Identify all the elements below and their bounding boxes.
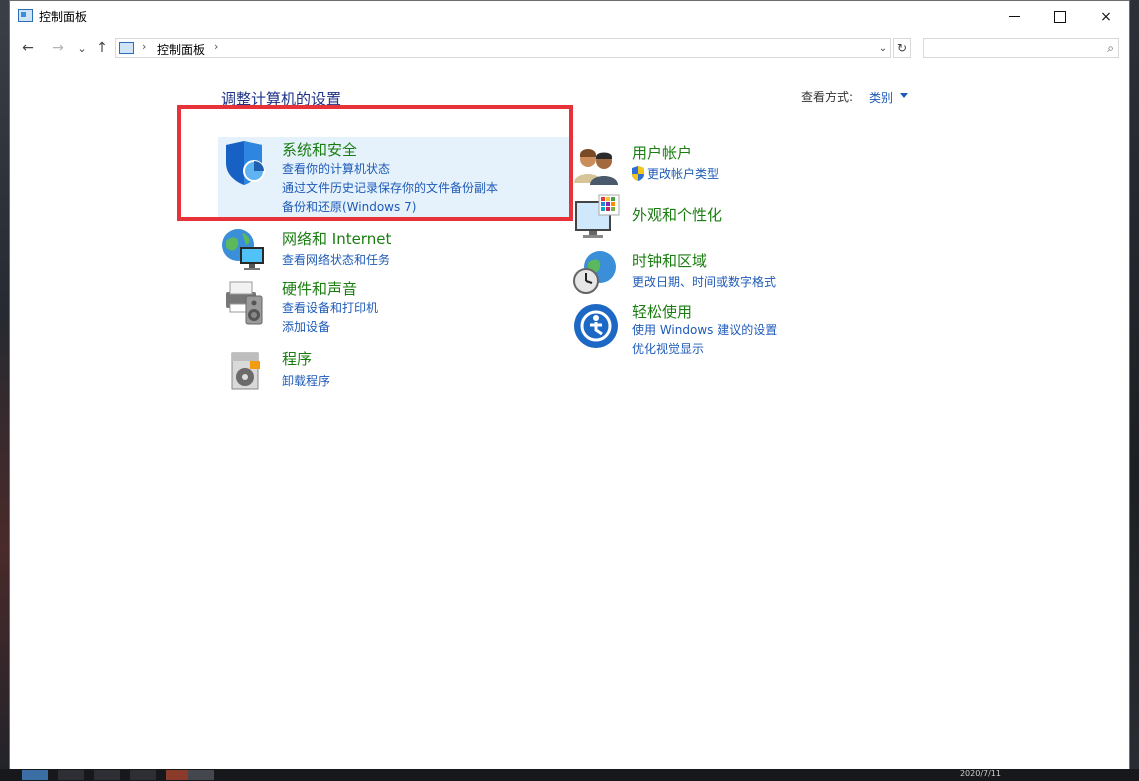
- uac-shield-icon: [632, 166, 644, 181]
- close-button[interactable]: ×: [1083, 1, 1129, 32]
- maximize-icon: [1054, 10, 1066, 23]
- category-title[interactable]: 硬件和声音: [282, 278, 357, 299]
- printer-speaker-icon: [226, 281, 263, 325]
- category-link[interactable]: 优化视觉显示: [632, 340, 704, 357]
- forward-button[interactable]: →: [48, 38, 68, 58]
- desktop-background-right: [1129, 0, 1139, 781]
- breadcrumb-separator[interactable]: ›: [214, 40, 218, 53]
- chevron-down-icon: ⌄: [77, 41, 87, 55]
- arrow-right-icon: →: [52, 40, 64, 56]
- recent-locations-button[interactable]: ⌄: [72, 38, 92, 58]
- control-panel-window: 控制面板 × ← → ⌄ ↑ › 控制面板 › ⌄ ↻ ⌕ 调整计算机的设置 查…: [9, 0, 1130, 770]
- category-title[interactable]: 时钟和区域: [632, 250, 707, 271]
- dropdown-arrow-icon[interactable]: [900, 93, 908, 98]
- taskbar: 2020/7/11: [0, 769, 1139, 781]
- refresh-button[interactable]: ↻: [893, 38, 911, 58]
- up-button[interactable]: ↑: [92, 38, 112, 58]
- address-bar[interactable]: › 控制面板 › ⌄: [115, 38, 891, 58]
- users-icon: [574, 149, 618, 185]
- category-link[interactable]: 添加设备: [282, 318, 330, 335]
- back-button[interactable]: ←: [18, 38, 38, 58]
- taskbar-app-button[interactable]: [188, 770, 214, 780]
- taskbar-app-button[interactable]: [58, 770, 84, 780]
- refresh-icon: ↻: [896, 41, 908, 55]
- search-box[interactable]: ⌕: [923, 38, 1119, 58]
- clock-globe-icon: [573, 251, 616, 294]
- address-dropdown-button[interactable]: ⌄: [876, 39, 890, 57]
- view-by-label: 查看方式:: [801, 90, 854, 104]
- category-title[interactable]: 网络和 Internet: [282, 228, 391, 249]
- category-link[interactable]: 卸载程序: [282, 372, 330, 389]
- view-by-dropdown[interactable]: 类别: [869, 89, 893, 106]
- ease-of-access-icon: [574, 304, 618, 348]
- search-icon: ⌕: [1107, 41, 1114, 55]
- breadcrumb-control-panel[interactable]: 控制面板: [157, 41, 205, 58]
- control-panel-icon: [18, 9, 33, 22]
- title-bar[interactable]: 控制面板 ×: [10, 1, 1129, 32]
- category-link[interactable]: 更改日期、时间或数字格式: [632, 273, 776, 290]
- category-link[interactable]: 查看网络状态和任务: [282, 251, 390, 268]
- breadcrumb-separator[interactable]: ›: [142, 40, 146, 53]
- globe-network-icon: [222, 229, 264, 270]
- taskbar-app-button[interactable]: [94, 770, 120, 780]
- arrow-left-icon: ←: [22, 40, 34, 56]
- minimize-icon: [1008, 16, 1020, 17]
- arrow-up-icon: ↑: [96, 40, 108, 56]
- maximize-button[interactable]: [1037, 1, 1083, 32]
- window-title: 控制面板: [39, 10, 88, 24]
- program-disc-icon: [231, 352, 260, 390]
- category-link[interactable]: 使用 Windows 建议的设置: [632, 321, 777, 338]
- close-icon: ×: [1100, 8, 1112, 25]
- taskbar-app-button[interactable]: [130, 770, 156, 780]
- category-link[interactable]: 更改帐户类型: [647, 165, 719, 182]
- category-title[interactable]: 用户帐户: [632, 142, 692, 163]
- category-title[interactable]: 程序: [282, 348, 312, 369]
- minimize-button[interactable]: [991, 1, 1037, 32]
- category-link[interactable]: 查看设备和打印机: [282, 299, 378, 316]
- annotation-highlight-box: [177, 105, 573, 221]
- navigation-bar: ← → ⌄ ↑ › 控制面板 › ⌄ ↻ ⌕: [10, 35, 1129, 61]
- monitor-palette-icon: [575, 194, 620, 238]
- taskbar-clock[interactable]: 2020/7/11: [960, 769, 1001, 778]
- taskbar-app-button[interactable]: [22, 770, 48, 780]
- category-title[interactable]: 外观和个性化: [632, 204, 722, 225]
- control-panel-icon: [119, 42, 134, 54]
- category-title[interactable]: 轻松使用: [632, 301, 692, 322]
